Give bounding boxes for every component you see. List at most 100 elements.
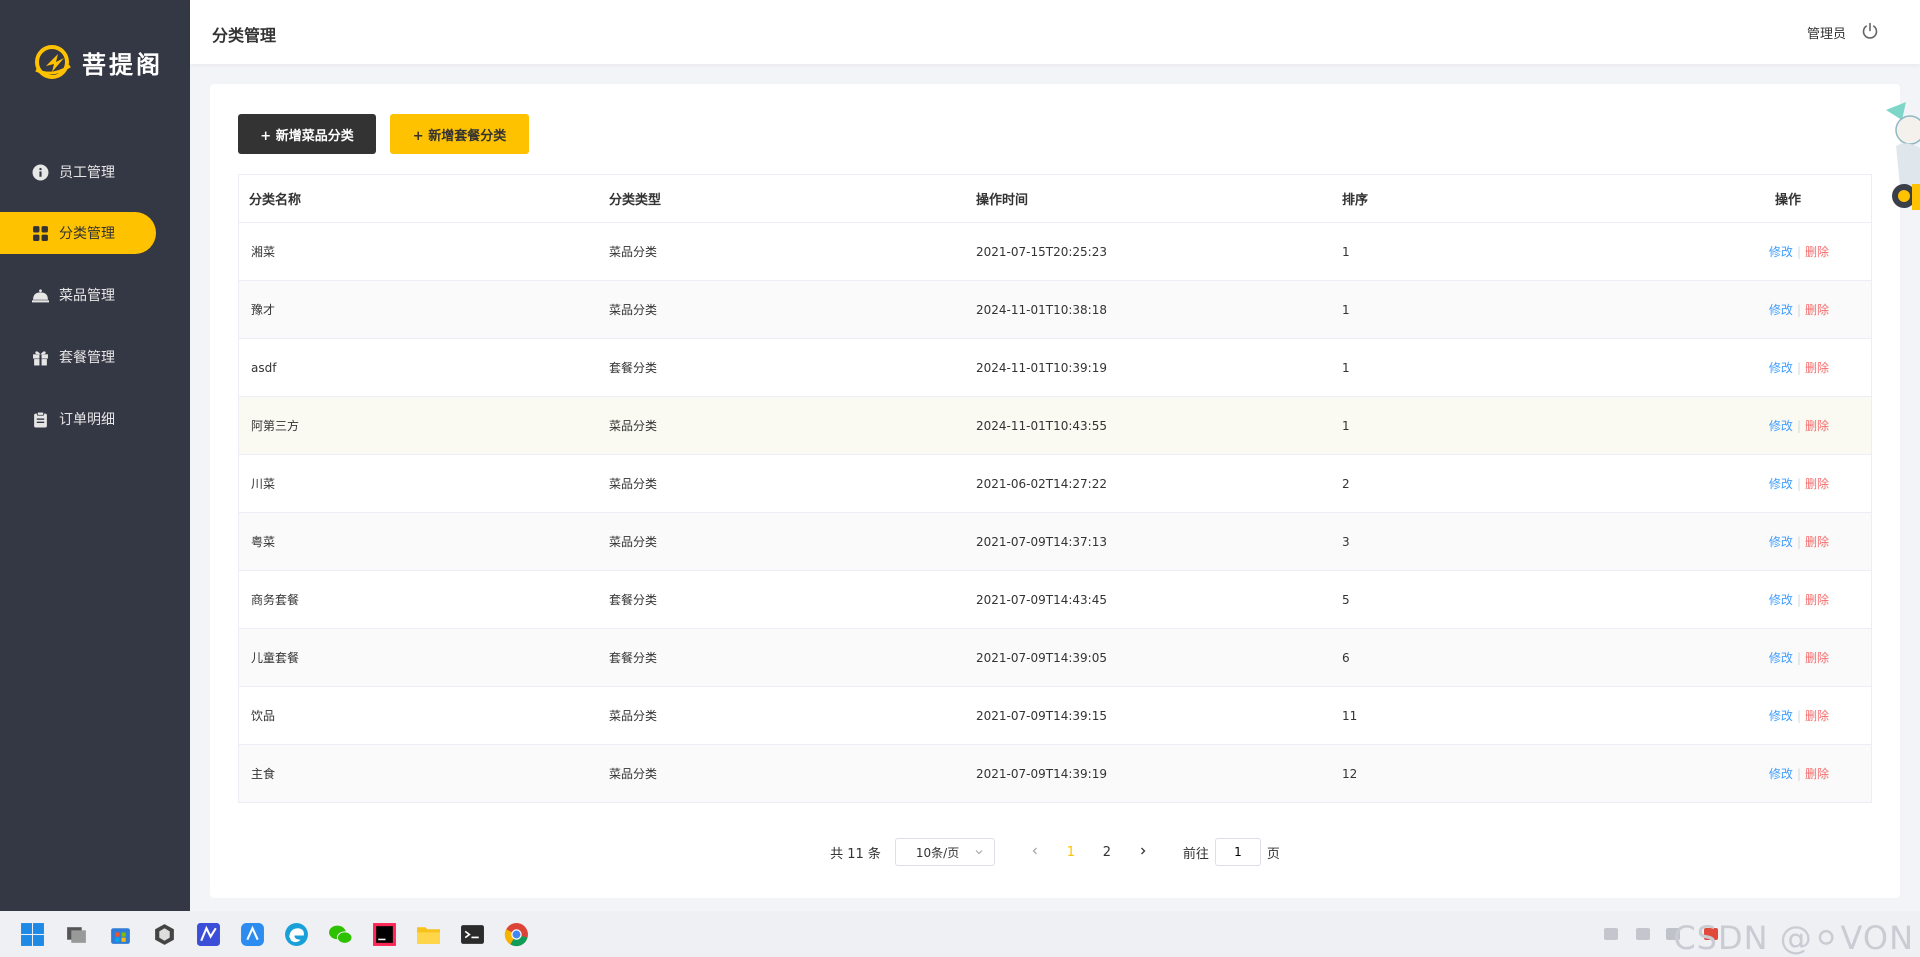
- goto-page: 前往 页: [1183, 838, 1280, 866]
- action-divider: |: [1796, 709, 1801, 723]
- cell-time: 2021-07-09T14:37:13: [976, 534, 1107, 549]
- table-row: 阿第三方 菜品分类 2024-11-01T10:43:55 1 修改 | 删除: [239, 397, 1871, 455]
- delete-link[interactable]: 删除: [1805, 651, 1829, 665]
- delete-link[interactable]: 删除: [1805, 767, 1829, 781]
- edit-link[interactable]: 修改: [1769, 477, 1793, 491]
- goto-page-input[interactable]: [1214, 838, 1261, 866]
- sidebar-item-label: 菜品管理: [59, 288, 115, 304]
- task-view-icon[interactable]: [64, 922, 89, 947]
- action-divider: |: [1796, 651, 1801, 665]
- cell-sort: 1: [1342, 360, 1350, 375]
- sidebar-item-setmeals[interactable]: 套餐管理: [0, 336, 156, 378]
- edit-link[interactable]: 修改: [1769, 535, 1793, 549]
- csdn-watermark: CSDN @⚪VON: [1673, 919, 1914, 957]
- content-card: + 新增菜品分类 + 新增套餐分类 分类名称 分类类型 操作时间 排序 操作 湘…: [210, 84, 1900, 898]
- cell-sort: 1: [1342, 418, 1350, 433]
- chrome-browser-icon[interactable]: [504, 922, 529, 947]
- mascot-character-icon: [1886, 102, 1920, 210]
- action-divider: |: [1796, 303, 1801, 317]
- tray-cloud-icon[interactable]: [1636, 928, 1650, 940]
- total-count: 共 11 条: [830, 846, 881, 862]
- cell-sort: 1: [1342, 302, 1350, 317]
- tray-chevron-icon[interactable]: [1604, 928, 1618, 940]
- sidebar-item-label: 套餐管理: [59, 350, 115, 366]
- category-table: 分类名称 分类类型 操作时间 排序 操作 湘菜 菜品分类 2021-07-15T…: [238, 174, 1872, 803]
- delete-link[interactable]: 删除: [1805, 593, 1829, 607]
- sidebar-item-categories[interactable]: 分类管理: [0, 212, 156, 254]
- delete-link[interactable]: 删除: [1805, 535, 1829, 549]
- edge-browser-icon[interactable]: [284, 922, 309, 947]
- cell-time: 2024-11-01T10:39:19: [976, 360, 1107, 375]
- delete-link[interactable]: 删除: [1805, 361, 1829, 375]
- cell-actions: 修改 | 删除: [1712, 417, 1871, 434]
- page-button-2[interactable]: 2: [1089, 845, 1125, 860]
- cell-time: 2024-11-01T10:43:55: [976, 418, 1107, 433]
- add-setmeal-category-button[interactable]: + 新增套餐分类: [390, 114, 529, 154]
- goto-prefix: 前往: [1182, 846, 1209, 862]
- table-row: 湘菜 菜品分类 2021-07-15T20:25:23 1 修改 | 删除: [239, 223, 1871, 281]
- sidebar-item-employees[interactable]: 员工管理: [0, 151, 156, 193]
- cube-app-icon[interactable]: [152, 922, 177, 947]
- next-page-button[interactable]: [1125, 845, 1161, 860]
- terminal-icon[interactable]: [460, 922, 485, 947]
- column-header-actions: 操作: [1774, 193, 1801, 208]
- logo: 菩提阁: [34, 44, 163, 80]
- chevron-left-icon: [1032, 847, 1037, 854]
- page-button-1[interactable]: 1: [1053, 845, 1089, 860]
- cell-time: 2021-07-09T14:39:19: [976, 766, 1107, 781]
- cell-name: 川菜: [251, 477, 276, 491]
- delete-link[interactable]: 删除: [1805, 477, 1829, 491]
- add-dish-category-button[interactable]: + 新增菜品分类: [238, 114, 376, 154]
- cell-name: 饮品: [251, 709, 276, 723]
- intellij-icon[interactable]: [372, 922, 397, 947]
- chevron-right-icon: [1140, 847, 1146, 854]
- delete-link[interactable]: 删除: [1805, 303, 1829, 317]
- goto-suffix: 页: [1266, 846, 1280, 862]
- clipboard-icon: [34, 411, 47, 427]
- cell-type: 套餐分类: [609, 651, 658, 665]
- cell-type: 菜品分类: [609, 303, 658, 317]
- column-header-type: 分类类型: [609, 193, 662, 208]
- windows-start-icon[interactable]: [20, 922, 45, 947]
- cell-time: 2021-06-02T14:27:22: [976, 476, 1107, 491]
- edit-link[interactable]: 修改: [1769, 767, 1793, 781]
- table-row: 儿童套餐 套餐分类 2021-07-09T14:39:05 6 修改 | 删除: [239, 629, 1871, 687]
- cell-name: 粤菜: [251, 535, 276, 549]
- cell-type: 菜品分类: [609, 477, 658, 491]
- power-icon[interactable]: [1860, 21, 1880, 41]
- action-divider: |: [1796, 245, 1801, 259]
- delete-link[interactable]: 删除: [1805, 419, 1829, 433]
- cell-type: 菜品分类: [609, 535, 658, 549]
- cell-sort: 5: [1342, 592, 1350, 607]
- logo-text: 菩提阁: [82, 50, 163, 79]
- page-size-select[interactable]: 10条/页: [894, 838, 995, 866]
- cell-name: 商务套餐: [251, 593, 300, 607]
- store-icon[interactable]: [108, 922, 133, 947]
- file-explorer-icon[interactable]: [416, 922, 441, 947]
- edit-link[interactable]: 修改: [1769, 303, 1793, 317]
- prev-page-button[interactable]: [1017, 845, 1053, 860]
- chevron-down-icon: [975, 850, 983, 855]
- top-header: 分类管理 管理员: [190, 0, 1920, 64]
- info-icon: [32, 164, 49, 180]
- wechat-icon[interactable]: [328, 922, 353, 947]
- table-header: 分类名称 分类类型 操作时间 排序 操作: [239, 175, 1871, 223]
- code-editor-icon[interactable]: [196, 922, 221, 947]
- sidebar-item-dishes[interactable]: 菜品管理: [0, 274, 156, 316]
- edit-link[interactable]: 修改: [1769, 593, 1793, 607]
- cell-type: 菜品分类: [609, 419, 658, 433]
- delete-link[interactable]: 删除: [1805, 709, 1829, 723]
- grid-icon: [33, 225, 48, 241]
- cell-sort: 1: [1342, 244, 1350, 259]
- edit-link[interactable]: 修改: [1769, 709, 1793, 723]
- cell-time: 2021-07-09T14:39:05: [976, 650, 1107, 665]
- action-divider: |: [1796, 361, 1801, 375]
- edit-link[interactable]: 修改: [1769, 651, 1793, 665]
- edit-link[interactable]: 修改: [1769, 361, 1793, 375]
- edit-link[interactable]: 修改: [1769, 245, 1793, 259]
- app-arrow-icon[interactable]: [240, 922, 265, 947]
- delete-link[interactable]: 删除: [1805, 245, 1829, 259]
- sidebar-item-orders[interactable]: 订单明细: [0, 398, 156, 440]
- cloche-icon: [32, 288, 49, 302]
- edit-link[interactable]: 修改: [1769, 419, 1793, 433]
